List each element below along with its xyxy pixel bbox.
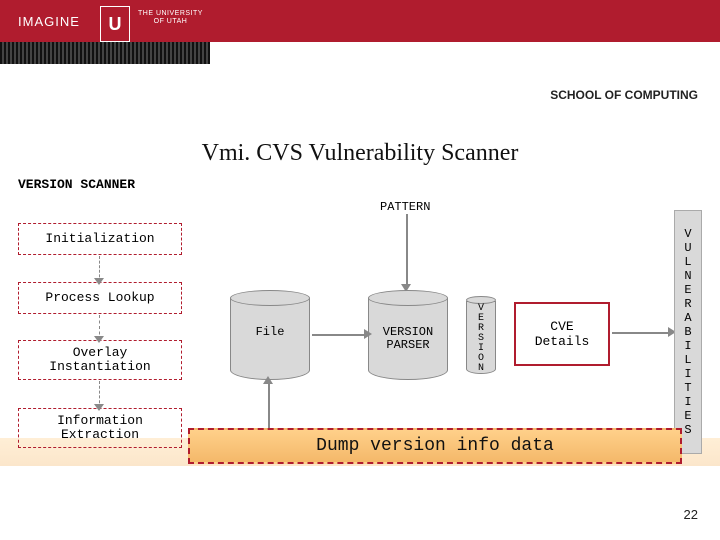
vulnerabilities-label: V U L N E R A B I L I T I E S [684,227,691,437]
step-process-lookup: Process Lookup [18,282,182,314]
arrowhead-icon [94,278,104,285]
dump-banner: Dump version info data [188,428,682,464]
cylinder-version-icon: V E R S I O N [466,296,496,374]
dept-label: SCHOOL OF COMPUTING [550,88,698,102]
cylinder-version-label: V E R S I O N [466,304,496,374]
university-label: THE UNIVERSITY OF UTAH [138,10,203,26]
arrow-file-to-parser [312,334,366,336]
step-initialization: Initialization [18,223,182,255]
stripe-pattern [0,42,210,64]
arrowhead-icon [364,329,372,339]
cylinder-parser-icon: VERSION PARSER [368,290,448,380]
arrowhead-icon [94,336,104,343]
utah-logo-icon: U [100,6,130,42]
pattern-label: PATTERN [380,200,430,214]
cylinder-file-icon: File [230,290,310,380]
page-title: Vmi. CVS Vulnerability Scanner [0,140,720,167]
cylinder-parser-label: VERSION PARSER [368,326,448,352]
arrow-pattern-down [406,214,408,286]
step-overlay-instantiation: Overlay Instantiation [18,340,182,380]
arrowhead-icon [263,376,273,384]
section-label: VERSION SCANNER [18,177,135,192]
cylinder-file-label: File [230,326,310,339]
arrow-banner-to-file [268,382,270,428]
cve-details-box: CVE Details [514,302,610,366]
vulnerabilities-column: V U L N E R A B I L I T I E S [674,210,702,454]
step-information-extraction: Information Extraction [18,408,182,448]
arrowhead-icon [94,404,104,411]
imagine-wordmark: IMAGINE [18,14,80,29]
arrow-cve-to-vuln [612,332,670,334]
red-band: IMAGINE U THE UNIVERSITY OF UTAH [0,0,720,42]
page-number: 22 [684,507,698,522]
header: IMAGINE U THE UNIVERSITY OF UTAH [0,0,720,70]
